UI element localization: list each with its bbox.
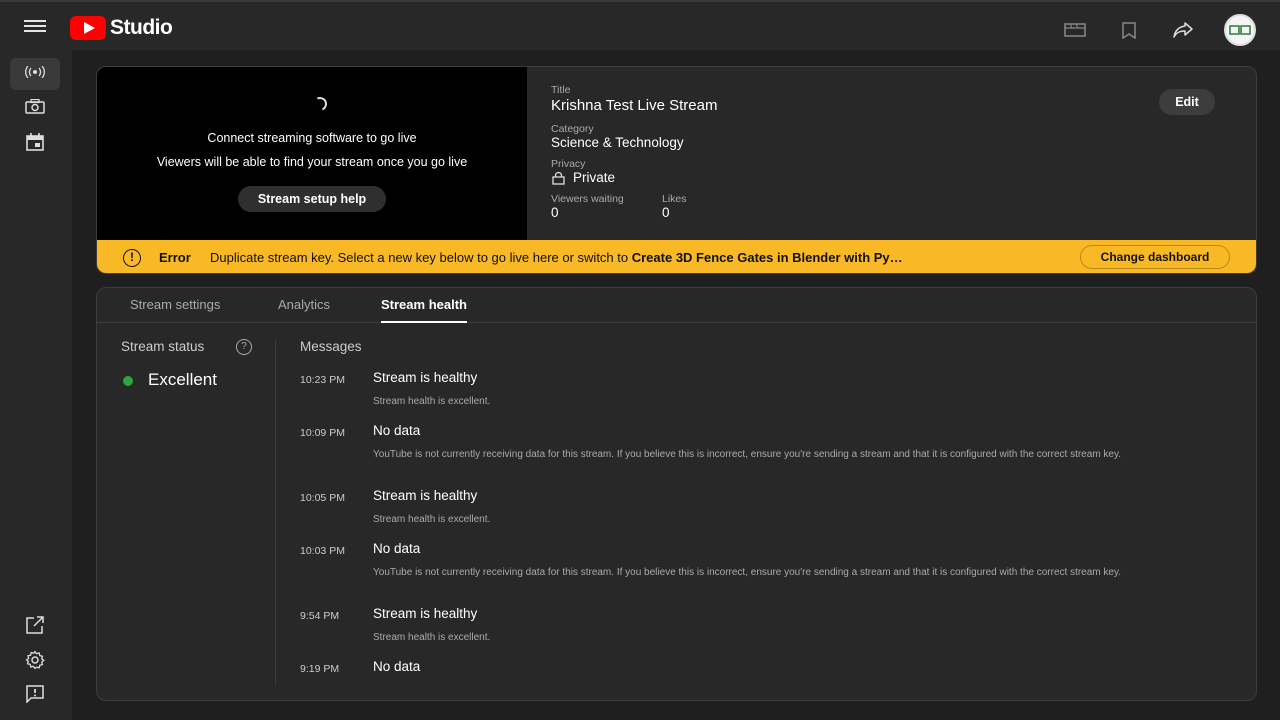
youtube-logo-icon — [70, 16, 106, 40]
message-description: YouTube is not currently receiving data … — [373, 449, 1122, 460]
message-description: Stream health is excellent. — [373, 396, 491, 407]
tab-stream-health[interactable]: Stream health — [381, 297, 467, 323]
open-external-icon — [26, 615, 44, 639]
tab-bar: Stream settings Analytics Stream health — [97, 288, 1256, 323]
likes-value: 0 — [662, 205, 670, 220]
stream-details: Title Krishna Test Live Stream Category … — [551, 67, 1231, 240]
message-description: Stream health is excellent. — [373, 514, 491, 525]
stream-preview-card: Connect streaming software to go live Vi… — [96, 66, 1257, 274]
tab-analytics[interactable]: Analytics — [278, 297, 330, 321]
top-bar: Studio — [0, 0, 1280, 50]
preview-submessage: Viewers will be able to find your stream… — [156, 155, 468, 169]
category-label: Category — [551, 123, 594, 135]
likes-label: Likes — [662, 193, 687, 205]
title-label: Title — [551, 84, 571, 96]
divider — [275, 340, 276, 685]
message-time: 10:23 PM — [300, 374, 345, 386]
change-dashboard-button[interactable]: Change dashboard — [1080, 245, 1230, 269]
error-message: Duplicate stream key. Select a new key b… — [210, 250, 1050, 265]
message-time: 9:54 PM — [300, 610, 340, 622]
sidebar-item-webcam[interactable] — [10, 93, 60, 125]
stream-status-title: Stream status — [121, 339, 205, 354]
message-title: No data — [373, 423, 421, 438]
message-title: Stream is healthy — [373, 370, 478, 385]
stream-category: Science & Technology — [551, 135, 684, 150]
help-icon[interactable]: ? — [236, 339, 252, 355]
message-title: Stream is healthy — [373, 606, 478, 621]
message-title: No data — [373, 659, 421, 674]
tab-stream-settings[interactable]: Stream settings — [130, 297, 220, 321]
sidebar-item-manage[interactable] — [10, 128, 60, 160]
message-title: No data — [373, 541, 421, 556]
account-avatar[interactable] — [1224, 14, 1256, 46]
sidebar-item-live[interactable] — [10, 58, 60, 90]
message-time: 10:05 PM — [300, 492, 345, 504]
message-time: 10:09 PM — [300, 427, 345, 439]
live-broadcast-icon — [24, 65, 46, 83]
message-time: 9:19 PM — [300, 663, 340, 675]
privacy-label: Privacy — [551, 158, 586, 170]
settings-icon — [25, 650, 45, 675]
lock-icon — [552, 171, 565, 190]
message-description: YouTube is not currently receiving data … — [373, 567, 1122, 578]
stream-tabs-card: Stream settings Analytics Stream health … — [96, 287, 1257, 701]
viewers-waiting-label: Viewers waiting — [551, 193, 624, 205]
error-message-text: Duplicate stream key. Select a new key b… — [210, 250, 632, 265]
message-title: Stream is healthy — [373, 488, 478, 503]
viewers-waiting-value: 0 — [551, 205, 559, 220]
logo-text: Studio — [110, 16, 173, 39]
edit-button[interactable]: Edit — [1159, 89, 1215, 115]
feedback-icon — [26, 684, 44, 708]
stream-privacy: Private — [573, 170, 616, 185]
calendar-icon — [26, 132, 44, 156]
sidebar — [0, 50, 72, 720]
stream-status-value: Excellent — [148, 370, 217, 389]
messages-title: Messages — [300, 339, 362, 354]
sidebar-item-feedback[interactable] — [10, 680, 60, 712]
message-time: 10:03 PM — [300, 545, 345, 557]
camera-icon — [25, 98, 45, 119]
sidebar-item-settings[interactable] — [10, 646, 60, 678]
preview-message: Connect streaming software to go live — [207, 131, 417, 145]
sidebar-item-open-external[interactable] — [10, 611, 60, 643]
error-banner: ! Error Duplicate stream key. Select a n… — [97, 240, 1256, 273]
stream-title: Krishna Test Live Stream — [551, 97, 718, 114]
bookmark-icon[interactable] — [1116, 17, 1142, 43]
message-description: Stream health is excellent. — [373, 632, 491, 643]
warning-icon: ! — [123, 249, 141, 267]
video-preview: Connect streaming software to go live Vi… — [97, 67, 527, 240]
loading-spinner-icon — [311, 95, 329, 113]
error-message-link[interactable]: Create 3D Fence Gates in Blender with Py… — [632, 250, 903, 265]
error-label: Error — [159, 250, 191, 265]
stream-setup-help-button[interactable]: Stream setup help — [238, 186, 386, 212]
share-icon[interactable] — [1170, 17, 1196, 43]
status-indicator-icon — [123, 376, 133, 386]
studio-logo[interactable]: Studio — [70, 16, 173, 40]
hamburger-menu-icon[interactable] — [24, 17, 46, 35]
clapperboard-icon[interactable] — [1062, 17, 1088, 43]
